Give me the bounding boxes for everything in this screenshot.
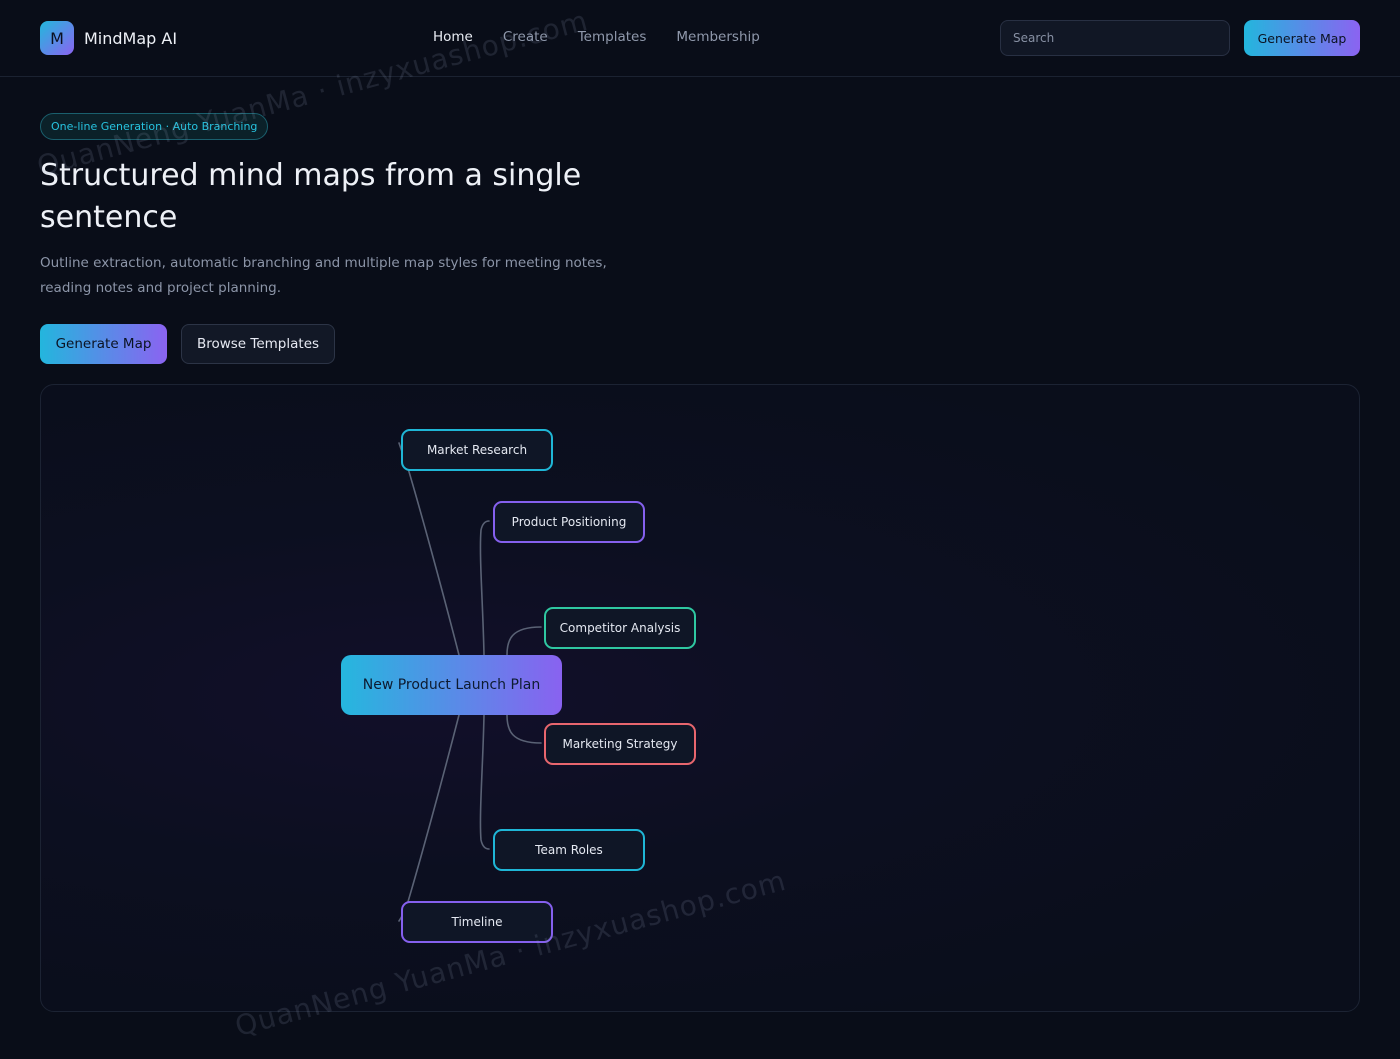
connector-timeline [398,714,460,922]
connector-marketing-strategy [506,714,542,744]
mindmap-node-timeline[interactable]: Timeline [401,901,553,943]
mindmap-connectors [398,442,542,922]
browse-templates-button[interactable]: Browse Templates [181,324,335,364]
logo-icon: M [40,21,74,55]
hero-subtitle: Outline extraction, automatic branching … [40,255,607,296]
nav-create[interactable]: Create [503,29,548,45]
nav-home[interactable]: Home [433,29,473,45]
page: M MindMap AI Home Create Templates Membe… [0,0,1400,1059]
top-navigation-bar: M MindMap AI Home Create Templates Membe… [0,0,1400,77]
main-nav: Home Create Templates Membership [433,29,790,45]
mindmap-node-competitor-analysis[interactable]: Competitor Analysis [544,607,696,649]
brand[interactable]: M MindMap AI [40,21,177,55]
connector-product-positioning [479,520,490,656]
connector-competitor-analysis [506,626,542,656]
search-input[interactable] [1000,20,1230,56]
mindmap-node-marketing-strategy[interactable]: Marketing Strategy [544,723,696,765]
feature-badge: One-line Generation · Auto Branching [40,113,269,140]
connector-team-roles [479,714,490,850]
hero-title: Structured mind maps from a single sente… [40,158,582,235]
generate-map-button[interactable]: Generate Map [40,324,167,364]
app-name: MindMap AI [84,28,178,48]
nav-templates[interactable]: Templates [578,29,647,45]
mindmap-canvas[interactable]: Market Research Product Positioning Comp… [40,384,1360,1012]
header-generate-map-button[interactable]: Generate Map [1244,20,1360,56]
mindmap-node-product-positioning[interactable]: Product Positioning [493,501,645,543]
connector-market-research [398,442,460,656]
nav-membership[interactable]: Membership [676,29,759,45]
mindmap-node-team-roles[interactable]: Team Roles [493,829,645,871]
mindmap-root-node[interactable]: New Product Launch Plan [341,655,562,715]
mindmap-node-market-research[interactable]: Market Research [401,429,553,471]
